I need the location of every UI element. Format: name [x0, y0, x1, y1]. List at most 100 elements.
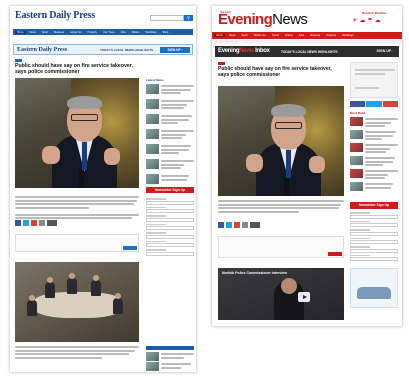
- facebook-icon[interactable]: [350, 101, 366, 107]
- photo-figure-hand: [308, 156, 326, 173]
- nav-item-news[interactable]: News: [227, 34, 238, 37]
- promo-sign-up-button[interactable]: SIGN UP ›: [373, 48, 397, 55]
- facebook-icon[interactable]: [15, 220, 21, 226]
- story-thumbnail: [146, 159, 159, 169]
- form-field[interactable]: [350, 257, 398, 261]
- nav-item-property[interactable]: Property: [85, 31, 98, 34]
- comment-submit-button[interactable]: [123, 246, 137, 250]
- sub-nav-item[interactable]: —: [231, 41, 233, 43]
- email-icon[interactable]: [242, 222, 248, 228]
- photo-person: [91, 280, 101, 296]
- twitter-icon[interactable]: [366, 101, 382, 107]
- comment-box[interactable]: [218, 236, 344, 258]
- nav-item-sport[interactable]: Sport: [239, 34, 249, 37]
- sidebar-story[interactable]: [350, 182, 398, 193]
- form-label: [350, 246, 370, 248]
- sidebar-story[interactable]: [350, 117, 398, 128]
- form-label: [146, 240, 166, 242]
- newsletter-signup-button[interactable]: Newsletter Sign Up: [146, 187, 194, 193]
- nav-item-going-out[interactable]: Going Out: [68, 31, 83, 34]
- newsletter-signup-button[interactable]: Newsletter Sign Up: [350, 202, 398, 209]
- nav-item-motoring[interactable]: Motoring: [308, 34, 322, 37]
- facebook-icon[interactable]: [218, 222, 224, 228]
- evening-news-masthead-logo[interactable]: EveningNews: [218, 12, 308, 27]
- nav-item-whats-on[interactable]: What's On: [252, 34, 268, 37]
- sub-nav: — — — —: [212, 40, 402, 44]
- nav-item-home[interactable]: Home: [214, 34, 225, 37]
- nav-item-shop[interactable]: Shop: [160, 31, 170, 34]
- advertisement[interactable]: [350, 268, 398, 308]
- photo-person-head: [93, 275, 99, 281]
- nav-item-news[interactable]: News: [28, 31, 38, 34]
- google-plus-icon[interactable]: [31, 220, 37, 226]
- form-field[interactable]: [350, 240, 398, 244]
- sidebar-story[interactable]: [146, 159, 194, 171]
- sidebar-story[interactable]: [350, 169, 398, 180]
- google-plus-icon[interactable]: [382, 101, 398, 107]
- category-tag[interactable]: [218, 62, 225, 65]
- form-field[interactable]: [146, 209, 194, 213]
- form-field[interactable]: [350, 223, 398, 227]
- nav-item-weddings[interactable]: Weddings: [340, 34, 356, 37]
- sub-nav-item[interactable]: —: [225, 41, 227, 43]
- form-field[interactable]: [350, 214, 398, 219]
- email-icon[interactable]: [39, 220, 45, 226]
- play-icon[interactable]: [298, 292, 310, 302]
- sub-nav-item[interactable]: —: [215, 41, 217, 43]
- search-input[interactable]: [150, 15, 184, 21]
- nav-item-sport[interactable]: Sport: [40, 31, 50, 34]
- ad-car-image: [357, 287, 391, 299]
- google-plus-icon[interactable]: [234, 222, 240, 228]
- meeting-photo[interactable]: [15, 262, 139, 342]
- related-story[interactable]: [146, 352, 194, 362]
- nav-item-jobs[interactable]: Jobs: [297, 34, 306, 37]
- comment-box[interactable]: [15, 234, 139, 252]
- twitter-icon[interactable]: [23, 220, 29, 226]
- share-buttons: [218, 222, 260, 228]
- sidebar-story[interactable]: [146, 129, 194, 141]
- nav-item-travel[interactable]: Travel: [270, 34, 281, 37]
- sidebar-story[interactable]: [146, 114, 194, 126]
- related-story[interactable]: [146, 362, 194, 372]
- weather-forecast[interactable]: ☀ ☁ ☂ ☁: [352, 17, 381, 24]
- search-button[interactable]: ⚲: [184, 15, 193, 21]
- form-field[interactable]: [350, 248, 398, 253]
- nav-item-property[interactable]: Property: [324, 34, 338, 37]
- nav-item-videos[interactable]: Videos: [283, 34, 295, 37]
- form-field[interactable]: [350, 231, 398, 236]
- form-field[interactable]: [146, 251, 194, 256]
- sidebar-story[interactable]: [146, 84, 194, 96]
- category-tag[interactable]: [15, 59, 22, 62]
- story-text: [365, 144, 398, 155]
- nav-item-business[interactable]: Business: [52, 31, 66, 34]
- sidebar-story[interactable]: [146, 174, 194, 186]
- nav-item-weddings[interactable]: Weddings: [143, 31, 158, 34]
- video-player[interactable]: Norfolk Police Commissioner interview: [218, 268, 344, 320]
- sidebar-story[interactable]: [146, 144, 194, 156]
- sub-nav-item[interactable]: —: [220, 41, 222, 43]
- sidebar-heading: Most Read: [350, 111, 366, 115]
- form-label: [350, 237, 370, 239]
- nav-item-home[interactable]: Home: [15, 30, 26, 34]
- nav-item-jobs[interactable]: Jobs: [118, 31, 127, 34]
- edp-masthead-logo[interactable]: Eastern Daily Press: [15, 10, 95, 21]
- twitter-icon[interactable]: [226, 222, 232, 228]
- promo-sign-up-button[interactable]: SIGN UP ›: [160, 47, 190, 53]
- story-text: [161, 85, 194, 96]
- form-field[interactable]: [146, 234, 194, 239]
- form-field[interactable]: [146, 217, 194, 222]
- form-field[interactable]: [146, 243, 194, 247]
- form-field[interactable]: [146, 200, 194, 205]
- comment-submit-button[interactable]: [328, 252, 342, 256]
- nav-item-your-town[interactable]: Your Town: [101, 31, 117, 34]
- form-field[interactable]: [146, 226, 194, 230]
- sidebar-story[interactable]: [350, 130, 398, 141]
- rain-icon: ☂: [367, 18, 373, 24]
- story-thumbnail: [350, 130, 363, 139]
- advertisement[interactable]: [350, 62, 398, 98]
- sidebar-story[interactable]: [146, 99, 194, 111]
- sidebar-story[interactable]: [350, 143, 398, 154]
- story-text: [161, 145, 194, 156]
- nav-item-motors[interactable]: Motors: [130, 31, 142, 34]
- sidebar-story[interactable]: [350, 156, 398, 167]
